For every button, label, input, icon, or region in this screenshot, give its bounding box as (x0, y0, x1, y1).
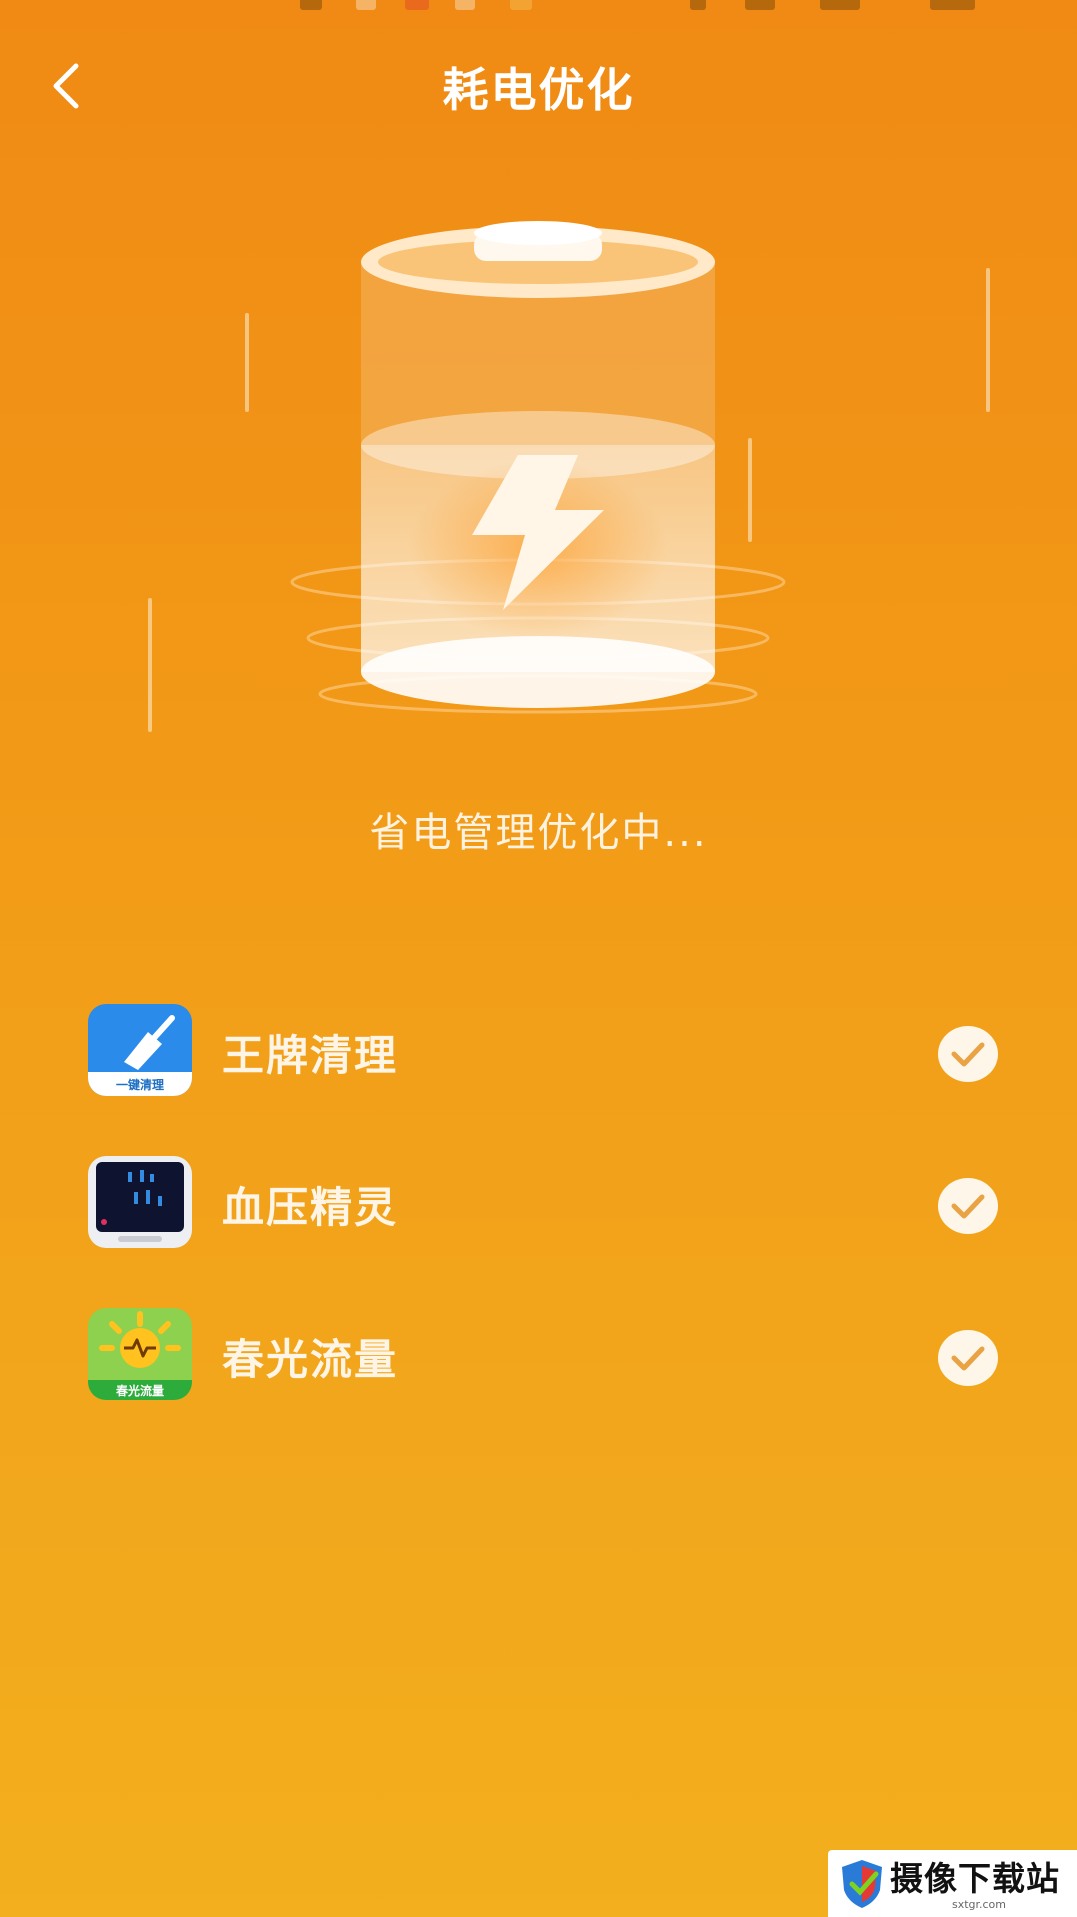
sun-traffic-icon: 春光流量 (88, 1308, 192, 1400)
page-title: 耗电优化 (442, 63, 635, 117)
app-name: 王牌清理 (222, 1031, 399, 1080)
app-name: 血压精灵 (222, 1183, 399, 1232)
icon-caption: 一键清理 (115, 1078, 164, 1092)
icon-caption: 春光流量 (115, 1384, 164, 1398)
watermark: 摄像下载站 sxtgr.com (828, 1850, 1077, 1917)
check-icon (938, 1178, 998, 1234)
blood-pressure-monitor-icon (88, 1156, 192, 1248)
watermark-url: sxtgr.com (951, 1898, 1007, 1911)
shield-logo-icon (842, 1860, 882, 1908)
list-item: 血压精灵 (88, 1152, 998, 1304)
status-bar (0, 0, 1077, 14)
check-icon (938, 1330, 998, 1386)
battery-animation (0, 200, 1077, 760)
list-item: 春光流量 春光流量 (88, 1304, 998, 1456)
broom-cleaner-icon: 一键清理 (88, 1004, 192, 1096)
optimizing-status-text: 省电管理优化中... (369, 810, 708, 856)
battery-icon (361, 221, 715, 708)
app-name: 春光流量 (222, 1335, 399, 1384)
list-item: 一键清理 王牌清理 (88, 1000, 998, 1152)
app-list: 一键清理 王牌清理 血压精灵 春光流量 春光流量 (88, 1000, 998, 1456)
top-bar: 耗电优化 (0, 40, 1077, 130)
check-icon (938, 1026, 998, 1082)
watermark-text: 摄像下载站 (890, 1859, 1060, 1898)
